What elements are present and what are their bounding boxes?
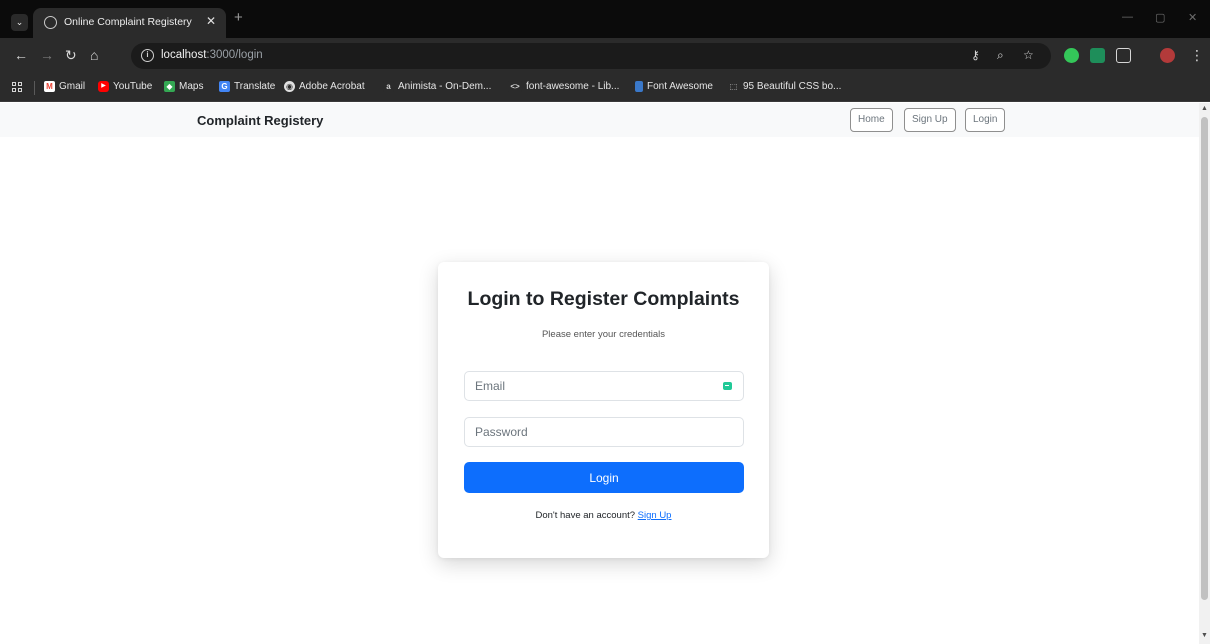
- css-icon: ⬚: [728, 81, 739, 92]
- site-info-icon[interactable]: i: [141, 49, 154, 62]
- animista-icon: a: [383, 81, 394, 92]
- new-tab-icon[interactable]: +: [234, 9, 243, 26]
- bookmark-adobe-acrobat[interactable]: ◉ Adobe Acrobat: [284, 81, 365, 92]
- login-button[interactable]: Login: [464, 462, 744, 493]
- tab-search-chevron-icon[interactable]: ⌄: [11, 14, 28, 31]
- bookmark-star-icon[interactable]: ☆: [1023, 48, 1034, 62]
- bookmark-css-buttons[interactable]: ⬚ 95 Beautiful CSS bo...: [728, 81, 841, 92]
- email-input[interactable]: [465, 372, 705, 400]
- youtube-icon: ▶: [98, 81, 109, 92]
- globe-icon: ◉: [284, 81, 295, 92]
- bookmark-separator: [34, 81, 35, 95]
- profile-avatar[interactable]: [1160, 48, 1175, 63]
- page-viewport: Complaint Registery Home Sign Up Login L…: [0, 103, 1199, 644]
- extension-sheet-icon[interactable]: [1090, 48, 1105, 63]
- maps-icon: ◆: [164, 81, 175, 92]
- reload-icon[interactable]: ↻: [65, 47, 77, 64]
- login-card: Login to Register Complaints Please ente…: [438, 262, 769, 558]
- bookmark-animista[interactable]: a Animista - On-Dem...: [383, 81, 491, 92]
- bookmarks-bar: M Gmail ▶ YouTube ◆ Maps G Translate ◉ Adobe …: [0, 74, 1210, 102]
- zoom-icon[interactable]: ⌕: [997, 48, 1004, 63]
- bookmark-gmail[interactable]: M Gmail: [44, 81, 85, 92]
- browser-tabstrip: ⌄ Online Complaint Registery ✕ + — ▢ ✕: [0, 0, 1210, 38]
- globe-icon: [44, 16, 57, 29]
- scroll-down-icon[interactable]: ▼: [1201, 632, 1208, 639]
- page-scrollbar[interactable]: ▲ ▼: [1199, 103, 1210, 644]
- password-manager-icon[interactable]: [723, 382, 732, 390]
- nav-login-button[interactable]: Login: [965, 108, 1006, 132]
- signup-link[interactable]: Sign Up: [638, 510, 672, 521]
- extension-green-icon[interactable]: [1064, 48, 1079, 63]
- back-icon[interactable]: ←: [14, 47, 28, 63]
- address-bar[interactable]: i localhost:3000/login ⚷ ⌕ ☆: [131, 43, 1051, 69]
- browser-menu-icon[interactable]: ⋮: [1190, 47, 1204, 64]
- bookmark-maps[interactable]: ◆ Maps: [164, 81, 203, 92]
- login-subtitle: Please enter your credentials: [541, 329, 666, 340]
- email-field-wrapper: [464, 371, 744, 401]
- password-key-icon[interactable]: ⚷: [971, 48, 980, 62]
- url-text[interactable]: localhost:3000/login: [161, 49, 263, 61]
- bookmark-font-awesome[interactable]: Font Awesome: [635, 81, 713, 92]
- navbar-brand[interactable]: Complaint Registery: [197, 113, 323, 128]
- extensions-puzzle-icon[interactable]: [1116, 48, 1131, 63]
- restore-icon[interactable]: ▢: [1155, 11, 1165, 24]
- forward-icon[interactable]: →: [40, 47, 54, 63]
- code-icon: <>: [508, 81, 522, 92]
- navbar: Complaint Registery Home Sign Up Login: [0, 103, 1199, 137]
- nav-signup-button[interactable]: Sign Up: [904, 108, 956, 132]
- scroll-up-icon[interactable]: ▲: [1201, 105, 1208, 112]
- signup-prompt: Don't have an account? Sign Up: [438, 510, 769, 521]
- translate-icon: G: [219, 81, 230, 92]
- tab-title: Online Complaint Registery: [64, 16, 192, 28]
- bookmark-font-awesome-lib[interactable]: <> font-awesome - Lib...: [508, 81, 619, 92]
- minimize-icon[interactable]: —: [1122, 11, 1133, 23]
- close-tab-icon[interactable]: ✕: [206, 14, 216, 28]
- login-title: Login to Register Complaints: [467, 288, 740, 310]
- bookmark-youtube[interactable]: ▶ YouTube: [98, 81, 152, 92]
- password-input[interactable]: [465, 418, 705, 446]
- close-window-icon[interactable]: ✕: [1188, 11, 1197, 24]
- password-field-wrapper: [464, 417, 744, 447]
- signup-prompt-text: Don't have an account?: [535, 510, 636, 521]
- bookmark-translate[interactable]: G Translate: [219, 81, 275, 92]
- browser-toolbar: ← → ↻ ⌂ i localhost:3000/login ⚷ ⌕ ☆ ⋮: [0, 38, 1210, 74]
- gmail-icon: M: [44, 81, 55, 92]
- home-icon[interactable]: ⌂: [90, 47, 98, 63]
- flag-icon: [635, 81, 643, 92]
- scroll-thumb[interactable]: [1201, 117, 1208, 600]
- browser-tab[interactable]: Online Complaint Registery ✕: [33, 8, 226, 38]
- nav-home-button[interactable]: Home: [850, 108, 893, 132]
- apps-grid-icon[interactable]: [12, 82, 24, 94]
